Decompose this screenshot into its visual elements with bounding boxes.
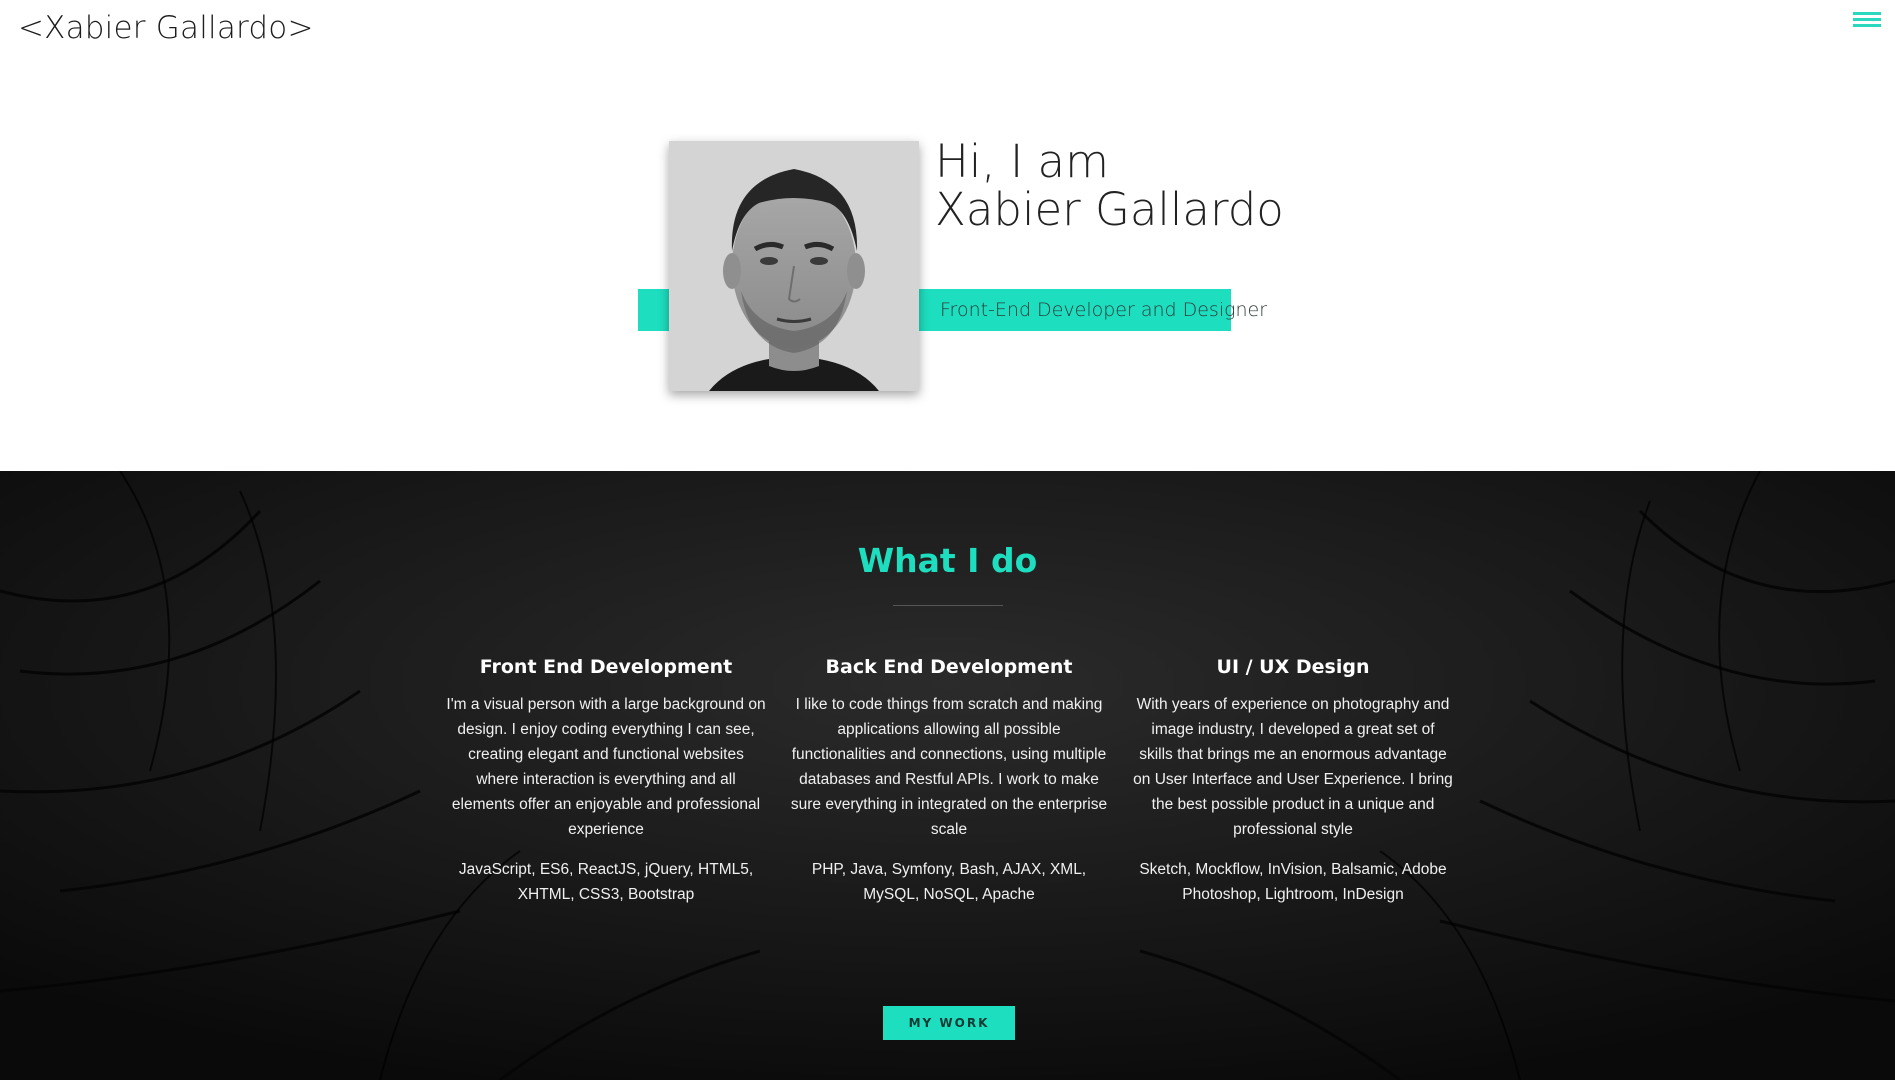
service-tech-list: PHP, Java, Symfony, Bash, AJAX, XML, MyS…	[811, 861, 1087, 903]
my-work-button[interactable]: MY WORK	[883, 1006, 1015, 1040]
greeting-line-2: Xabier Gallardo	[935, 183, 1284, 236]
service-title: Back End Development	[825, 656, 1073, 678]
service-description: With years of experience on photography …	[1133, 696, 1453, 838]
title-divider	[893, 605, 1003, 606]
service-title: Front End Development	[479, 656, 733, 678]
page: <Xabier Gallardo> Front-End Developer an…	[0, 0, 1895, 1080]
greeting-heading: Hi, I am Xabier Gallardo	[935, 138, 1284, 234]
portrait-illustration	[669, 141, 919, 391]
role-subtitle: Front-End Developer and Designer	[940, 299, 1268, 321]
service-column-backend: Back End Development I like to code thin…	[789, 656, 1109, 907]
greeting-line-1: Hi, I am	[935, 135, 1109, 188]
service-column-uiux: UI / UX Design With years of experience …	[1133, 656, 1453, 907]
hero-section: Front-End Developer and Designer Hi, I a…	[0, 0, 1895, 471]
section-title: What I do	[857, 541, 1038, 580]
service-tech-list: JavaScript, ES6, ReactJS, jQuery, HTML5,…	[458, 861, 754, 903]
service-title: UI / UX Design	[1216, 656, 1370, 678]
service-column-frontend: Front End Development I'm a visual perso…	[446, 656, 766, 907]
service-tech-list: Sketch, Mockflow, InVision, Balsamic, Ad…	[1139, 861, 1447, 903]
what-i-do-section: What I do Front End Development I'm a vi…	[0, 471, 1895, 1080]
service-description: I'm a visual person with a large backgro…	[446, 696, 766, 838]
service-description: I like to code things from scratch and m…	[790, 696, 1108, 838]
profile-photo	[669, 141, 919, 391]
